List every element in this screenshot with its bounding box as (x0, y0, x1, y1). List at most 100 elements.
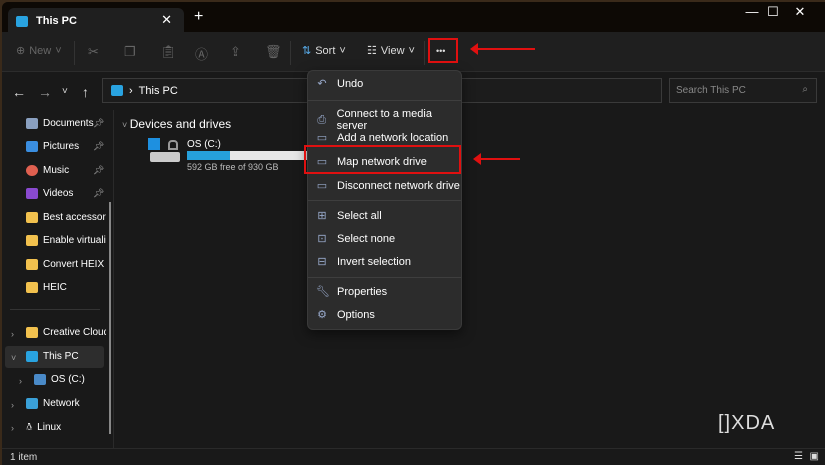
search-input[interactable]: Search This PC ⌕ (669, 78, 817, 103)
nav-item-folder[interactable]: Convert HEIX im (26, 259, 106, 270)
nav-item-documents[interactable]: Documents 📌︎ (26, 118, 106, 129)
invert-selection-icon: ⊟ (317, 256, 327, 268)
up-button[interactable]: ↑ (82, 84, 89, 100)
expand-icon[interactable]: › (11, 423, 14, 433)
computer-icon (16, 15, 28, 27)
annotation-arrow (470, 43, 535, 55)
tiles-view-icon[interactable]: ▣ (810, 451, 819, 462)
nav-label: Music (43, 165, 70, 176)
nav-item-network[interactable]: Network (26, 398, 106, 409)
media-server-icon: ⎙ (317, 113, 327, 126)
nav-label: This PC (43, 351, 79, 362)
menu-item-connect-media-server[interactable]: ⎙ Connect to a media server (316, 108, 461, 132)
view-button[interactable]: ☷ View ˅ (367, 44, 415, 58)
divider (308, 277, 461, 278)
nav-item-this-pc[interactable]: This PC (26, 351, 106, 362)
nav-item-music[interactable]: Music 📌︎ (26, 165, 106, 176)
drive-usage-bar (187, 151, 307, 160)
scrollbar[interactable] (109, 202, 111, 434)
back-button[interactable]: ← (12, 84, 26, 100)
network-location-icon: ▭ (316, 132, 328, 144)
annotation-arrow (473, 153, 520, 165)
folder-icon (26, 212, 38, 223)
drive-free-space: 592 GB free of 930 GB (187, 162, 279, 172)
drive-name[interactable]: OS (C:) (187, 139, 221, 150)
recent-dropdown[interactable]: ˅ (62, 86, 68, 97)
status-bar: 1 item ☰ ▣ (2, 448, 825, 465)
menu-item-properties[interactable]: 🔧︎ Properties (316, 285, 387, 299)
select-all-icon: ⊞ (317, 210, 327, 222)
nav-item-folder[interactable]: HEIC (26, 282, 106, 293)
nav-label: Best accessories (43, 212, 106, 223)
sort-icon: ⇅ (302, 45, 312, 57)
collapse-icon[interactable]: ˅ (11, 353, 16, 363)
nav-label: Enable virtualiza (43, 235, 106, 246)
menu-item-invert-selection[interactable]: ⊟ Invert selection (316, 255, 411, 269)
menu-label: Select none (337, 232, 396, 245)
paste-icon[interactable]: 📋︎ (160, 44, 177, 60)
share-icon[interactable]: ⇪ (230, 44, 241, 60)
divider (74, 41, 75, 65)
expand-icon[interactable]: › (11, 329, 14, 339)
new-button[interactable]: ⊕ New ˅ (16, 44, 62, 58)
delete-icon[interactable]: 🗑︎ (265, 44, 282, 60)
nav-item-videos[interactable]: Videos 📌︎ (26, 188, 106, 199)
menu-item-select-none[interactable]: ⊡ Select none (316, 232, 396, 246)
menu-item-select-all[interactable]: ⊞ Select all (316, 209, 381, 223)
forward-button[interactable]: → (38, 84, 52, 100)
new-tab-button[interactable]: + (194, 8, 203, 26)
menu-item-add-network-location[interactable]: ▭ Add a network location (316, 131, 449, 145)
disconnect-drive-icon: ▭ (316, 180, 328, 192)
command-bar: ⊕ New ˅ ✂ ❐ 📋︎ Ⓐ ⇪ 🗑︎ ⇅ Sort ˅ ☷ View ˅ ••• (2, 32, 825, 72)
close-button[interactable]: ✕ (777, 4, 823, 20)
sort-button[interactable]: ⇅ Sort ˅ (302, 44, 346, 58)
menu-item-undo[interactable]: ↶ Undo (316, 77, 364, 91)
divider (308, 200, 461, 201)
linux-icon: 🐧︎ (26, 422, 33, 433)
nav-item-pictures[interactable]: Pictures 📌︎ (26, 141, 106, 152)
divider (424, 41, 425, 65)
copy-icon[interactable]: ❐ (124, 44, 136, 60)
highlight-box (428, 38, 458, 63)
computer-icon (111, 85, 123, 96)
highlight-box (304, 145, 461, 174)
nav-label: OS (C:) (51, 374, 85, 385)
menu-label: Undo (337, 77, 364, 90)
search-icon: ⌕ (802, 84, 808, 95)
nav-label: Videos (43, 188, 74, 199)
folder-icon (26, 282, 38, 293)
nav-item-creative-cloud[interactable]: Creative Cloud F (26, 327, 106, 338)
new-label: New (29, 44, 52, 57)
nav-item-folder[interactable]: Enable virtualiza (26, 235, 106, 246)
select-none-icon: ⊡ (317, 233, 327, 245)
section-header[interactable]: ˅ Devices and drives (122, 117, 231, 131)
item-count: 1 item (10, 452, 38, 463)
nav-label: Linux (37, 422, 62, 433)
menu-item-options[interactable]: ⚙ Options (316, 308, 375, 322)
expand-icon[interactable]: › (11, 400, 14, 410)
nav-label: Creative Cloud F (43, 327, 106, 338)
xda-watermark: []XDA (718, 412, 776, 434)
menu-item-disconnect-network-drive[interactable]: ▭ Disconnect network drive (316, 179, 460, 193)
section-title: Devices and drives (129, 117, 232, 131)
tab-this-pc[interactable]: This PC ✕ (8, 8, 184, 34)
pin-icon: 📌︎ (93, 141, 105, 151)
nav-label: Convert HEIX im (43, 259, 106, 270)
expand-icon[interactable]: › (19, 376, 22, 386)
plus-circle-icon: ⊕ (16, 45, 26, 57)
pin-icon: 📌︎ (93, 165, 105, 175)
nav-item-folder[interactable]: Best accessories (26, 212, 106, 223)
close-tab-icon[interactable]: ✕ (161, 12, 172, 28)
cut-icon[interactable]: ✂ (88, 44, 99, 60)
nav-label: Pictures (43, 141, 80, 152)
rename-icon[interactable]: Ⓐ (195, 44, 208, 63)
nav-item-os-c[interactable]: OS (C:) (34, 374, 114, 385)
nav-item-linux[interactable]: 🐧︎ Linux (26, 421, 106, 434)
details-view-icon[interactable]: ☰ (794, 451, 803, 462)
creative-cloud-icon (26, 327, 38, 338)
network-icon (26, 398, 38, 409)
see-more-menu: ↶ Undo ⎙ Connect to a media server ▭ Add a … (307, 70, 462, 330)
menu-label: Disconnect network drive (337, 179, 460, 192)
view-icon: ☷ (367, 45, 377, 57)
gear-icon: ⚙ (317, 309, 327, 321)
